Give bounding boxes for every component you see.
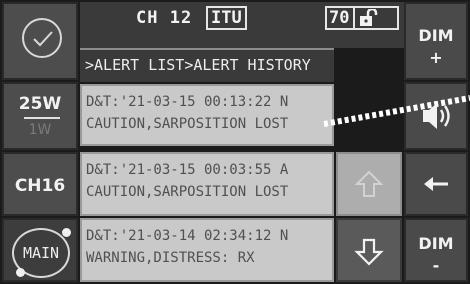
power-low-label: 1W xyxy=(28,122,52,138)
speaker-icon xyxy=(423,103,450,129)
volume-level: 70 xyxy=(329,8,350,28)
alert-list-item[interactable]: D&T:'21-03-15 00:13:22 N CAUTION,SARPOSI… xyxy=(80,84,334,146)
channel-mode-badge: ITU xyxy=(206,6,247,30)
dim-up-button[interactable]: DIM + xyxy=(404,2,468,80)
main-button[interactable]: MAIN xyxy=(2,218,78,282)
alert-description: WARNING,DISTRESS: RX xyxy=(86,250,255,266)
scroll-up-button[interactable] xyxy=(336,152,402,216)
speaker-button[interactable] xyxy=(404,82,468,150)
power-toggle-button[interactable]: 25W 1W xyxy=(2,82,78,150)
breadcrumb: >ALERT LIST>ALERT HISTORY xyxy=(85,56,311,74)
volume-indicator: 70 xyxy=(325,6,399,30)
power-high-label: 25W xyxy=(18,94,62,114)
back-arrow-icon xyxy=(424,177,448,191)
power-divider xyxy=(24,117,60,119)
dim-down-button[interactable]: DIM - xyxy=(404,218,468,282)
volume-separator xyxy=(353,8,355,28)
scroll-down-button[interactable] xyxy=(336,218,402,282)
arrow-down-icon xyxy=(354,238,384,266)
dim-up-label: DIM xyxy=(418,26,454,45)
ch16-button[interactable]: CH16 xyxy=(2,152,78,216)
channel-label: CH 12 xyxy=(136,8,193,28)
ch16-label: CH16 xyxy=(14,176,66,196)
dim-up-sign: + xyxy=(429,48,443,67)
unlock-icon xyxy=(359,7,381,31)
alert-datetime: D&T:'21-03-14 02:34:12 N xyxy=(86,228,289,244)
ok-button[interactable] xyxy=(2,2,78,80)
alert-description: CAUTION,SARPOSITION LOST xyxy=(86,116,289,132)
alert-description: CAUTION,SARPOSITION LOST xyxy=(86,184,289,200)
status-header: CH 12 ITU 70 xyxy=(80,2,404,48)
alert-list-item[interactable]: D&T:'21-03-15 00:03:55 A CAUTION,SARPOSI… xyxy=(80,152,334,216)
alert-datetime: D&T:'21-03-15 00:13:22 N xyxy=(86,94,289,110)
back-button[interactable] xyxy=(404,152,468,216)
check-icon xyxy=(22,18,62,58)
main-dot-top-icon xyxy=(62,228,71,237)
dim-down-sign: - xyxy=(432,256,440,275)
radio-screen: 25W 1W CH16 MAIN CH 12 ITU 70 >ALERT LIS… xyxy=(0,0,470,284)
dim-down-label: DIM xyxy=(418,234,454,253)
arrow-up-icon xyxy=(354,170,384,197)
alert-list-item[interactable]: D&T:'21-03-14 02:34:12 N WARNING,DISTRES… xyxy=(80,218,334,282)
main-dot-bottom-icon xyxy=(16,268,25,277)
breadcrumb-bar: >ALERT LIST>ALERT HISTORY xyxy=(80,48,334,82)
alert-datetime: D&T:'21-03-15 00:03:55 A xyxy=(86,162,289,178)
